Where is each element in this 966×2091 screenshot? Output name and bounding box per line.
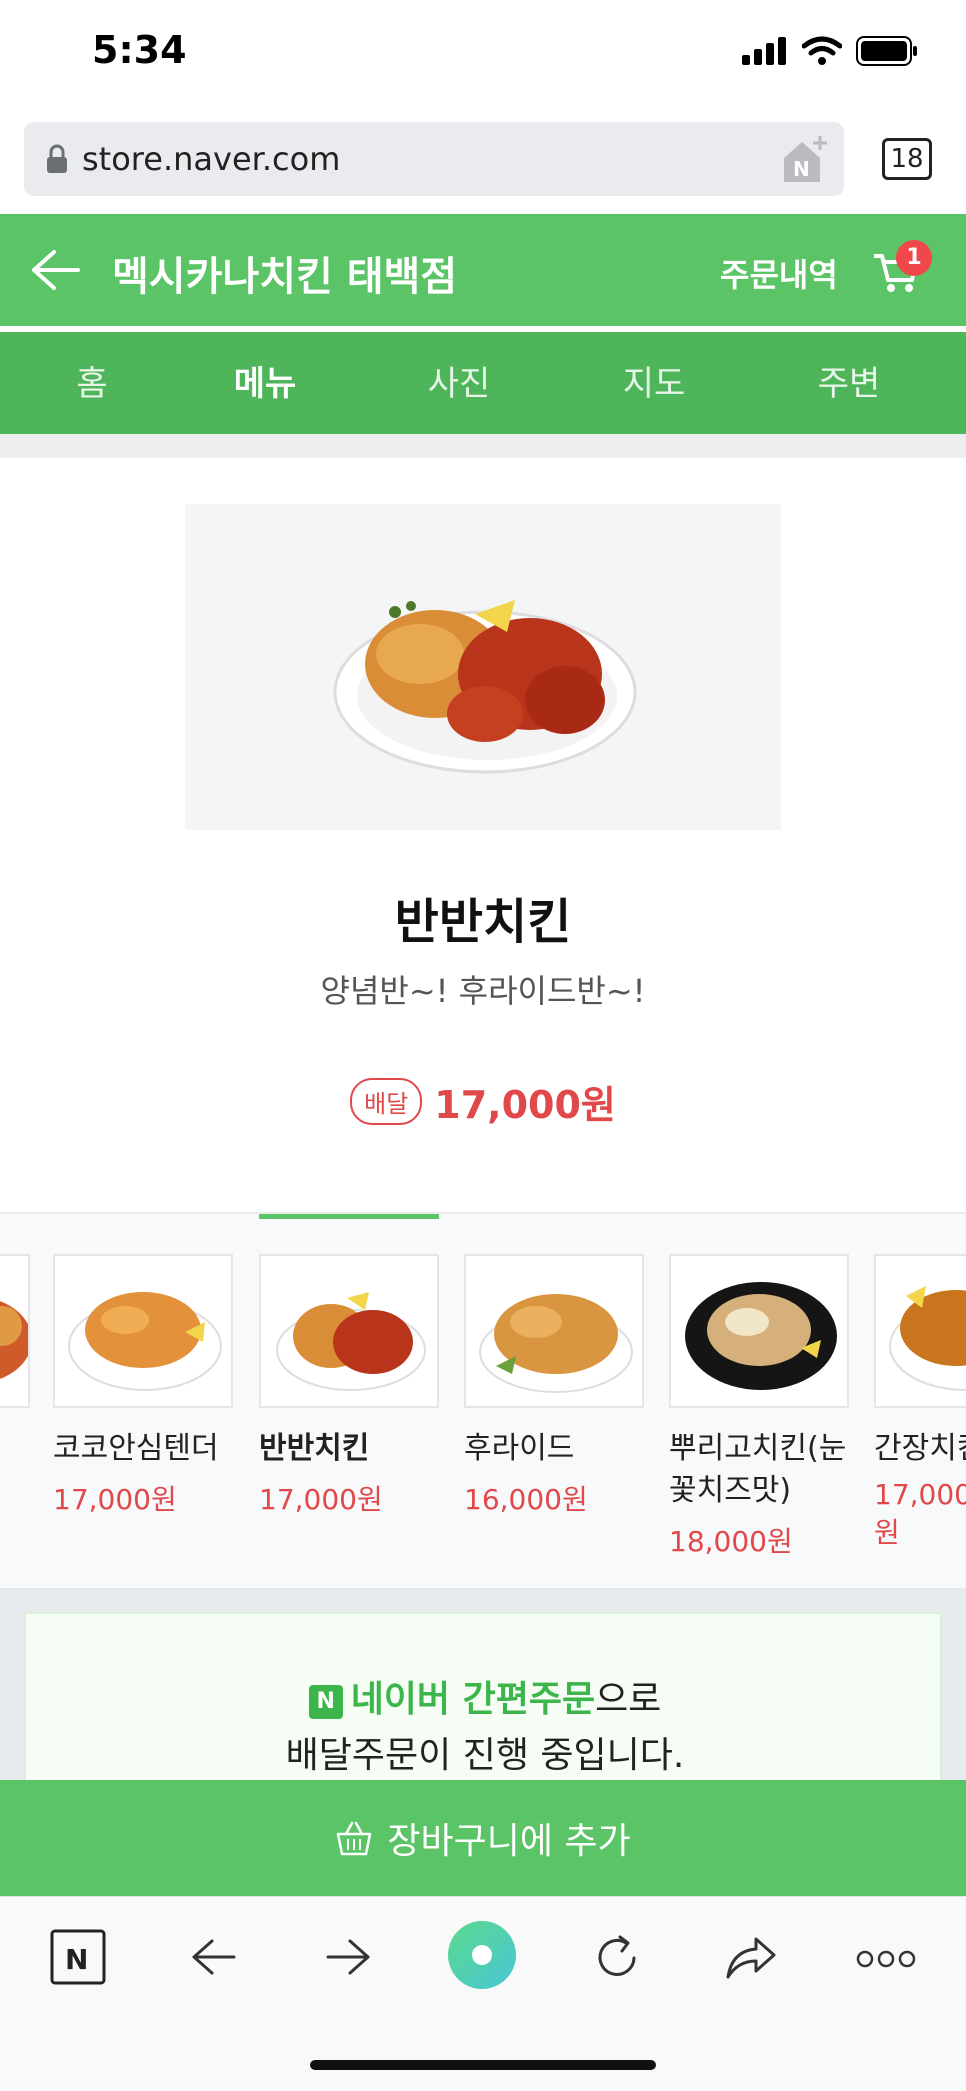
svg-text:N: N [65,1943,88,1976]
menu-thumb-partial[interactable] [0,1254,30,1408]
menu-item-price: 16,000원 [464,1483,588,1516]
tab-home[interactable]: 홈 [32,356,152,405]
active-tab-indicator [0,326,966,332]
notice-suffix: 으로 [595,1679,662,1720]
back-icon[interactable] [190,1937,238,1977]
lock-icon [47,144,67,173]
naver-n-icon: N [308,1685,343,1719]
product-price: 17,000원 [434,1083,616,1127]
svg-text:N: N [793,157,810,181]
menu-item-name[interactable]: 코코안심텐더 [53,1428,243,1470]
tab-nearby[interactable]: 주변 [789,356,909,405]
store-header: 멕시카나치킨 태백점 주문내역 1 [0,214,966,326]
status-icons [742,36,918,66]
menu-item-name[interactable]: 간장치킨 [874,1428,966,1470]
share-icon[interactable] [724,1935,778,1981]
home-indicator[interactable] [310,2060,656,2070]
menu-item-name[interactable]: 후라이드 [464,1428,654,1470]
battery-icon [856,36,917,66]
carousel-active-indicator [259,1214,439,1219]
status-time: 5:34 [92,28,187,72]
section-divider [0,434,966,458]
add-to-home-icon[interactable]: N [780,132,830,186]
green-dot-icon[interactable] [446,1919,518,1991]
reload-icon[interactable] [592,1933,642,1983]
status-bar: 5:34 [0,0,966,110]
menu-thumb-4[interactable] [669,1254,849,1408]
menu-item-name-selected[interactable]: 반반치킨 [259,1428,449,1470]
menu-item-name[interactable]: 뿌리고치킨(눈꽃치즈맛) [669,1428,859,1512]
basket-icon [337,1821,372,1856]
tab-menu[interactable]: 메뉴 [205,356,325,405]
store-nav-tabs: 홈 메뉴 사진 지도 주변 [0,326,966,434]
chicken-plate-image [333,600,637,774]
forward-icon[interactable] [324,1937,372,1977]
tab-count-button[interactable]: 18 [882,138,932,180]
add-to-cart-label: 장바구니에 추가 [387,1821,631,1862]
more-icon[interactable] [856,1949,916,1969]
order-history-link[interactable]: 주문내역 [720,250,838,296]
add-to-cart-button[interactable]: 장바구니에 추가 [0,1780,966,1896]
menu-thumb-5[interactable] [874,1254,966,1408]
notice-line-2: 배달주문이 진행 중입니다. [285,1735,685,1776]
menu-thumb-1[interactable] [53,1254,233,1408]
tab-photos[interactable]: 사진 [399,356,519,405]
menu-item-price: 17,000원 [259,1483,383,1516]
price-row: 배달 17,000원 [0,1074,966,1129]
product-image [185,504,781,830]
back-arrow-icon[interactable] [30,248,80,292]
url-text: store.naver.com [82,140,341,178]
notice-line-1: N 네이버 간편주문으로 [26,1670,944,1722]
product-name: 반반치킨 [394,894,572,950]
cart-count-badge: 1 [896,240,932,276]
menu-item-price: 17,000원 [53,1483,177,1516]
tab-map[interactable]: 지도 [594,356,714,405]
menu-thumb-2[interactable] [259,1254,439,1408]
store-title: 멕시카나치킨 태백점 [112,254,458,300]
signal-icon [742,37,786,65]
delivery-badge: 배달 [350,1078,423,1125]
naver-home-icon[interactable]: N [50,1929,106,1985]
menu-carousel[interactable]: 코코안심텐더 17,000원 반반치킨 17,000원 후라이드 16,000원… [0,1212,966,1590]
menu-thumb-3[interactable] [464,1254,644,1408]
menu-item-price: 18,000원 [669,1525,793,1558]
menu-item-price: 17,000원 [874,1478,966,1549]
product-description: 양념반~! 후라이드반~! [320,972,646,1010]
address-bar[interactable]: store.naver.com N [24,122,844,196]
wifi-icon [802,36,842,65]
naver-order-notice: N 네이버 간편주문으로 배달주문이 진행 중입니다. [24,1612,942,1782]
notice-highlight: 네이버 간편주문 [350,1679,596,1720]
